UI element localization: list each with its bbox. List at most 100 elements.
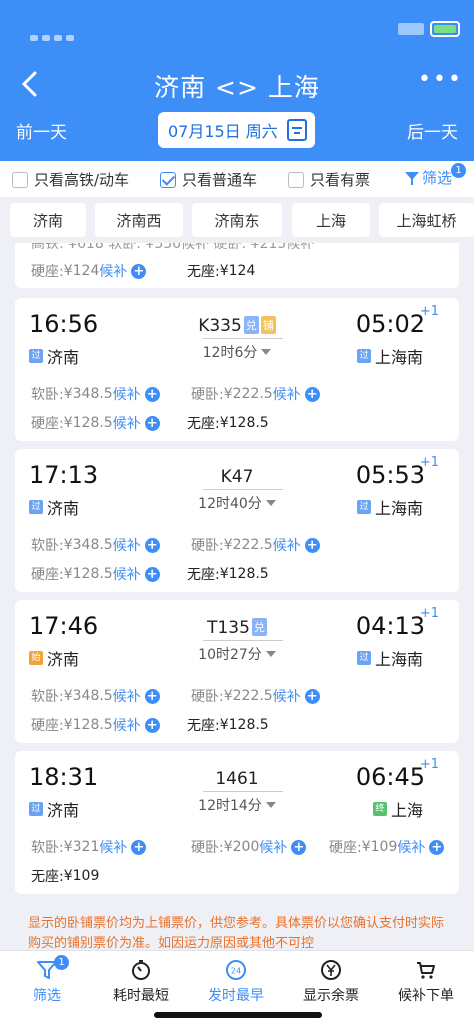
seat-soft-sleeper[interactable]: 软卧: ¥348.5 候补 + [31,535,160,555]
page-title: 济南 <> 上海 [154,73,320,102]
plus-icon[interactable]: + [144,386,160,402]
arrival-time: 04:13 [355,612,425,640]
next-day-button[interactable]: 后一天 [407,118,458,143]
partial-seat-row: 高铁: ¥618 软卧: ¥336候补 硬卧: ¥215候补 [31,243,315,252]
seat-hard-sleeper[interactable]: 硬卧: ¥222.5 候补 + [191,535,320,555]
seat-soft-sleeper[interactable]: 软卧: ¥321 候补 + [31,837,147,857]
seat-hard-seat[interactable]: 硬座: ¥128.5 候补 + [31,413,160,433]
departure-station: 过济南 [29,495,79,519]
plus-icon[interactable]: + [291,839,307,855]
seat-row: 硬座: ¥128.5 候补 + 无座: ¥128.5 [31,413,451,433]
status-icons [398,20,460,38]
nav-shortest[interactable]: 耗时最短 [94,959,188,1005]
filter-label: 只看高铁/动车 [34,171,130,189]
seat-hard-seat[interactable]: 硬座: ¥109 候补 + [329,837,445,857]
nav-badge: 1 [54,955,69,970]
station-tab[interactable]: 济南东 [192,203,282,237]
nav-remaining[interactable]: 显示余票 [284,959,378,1005]
plus-icon[interactable]: + [304,386,320,402]
app-header: 济南 <> 上海 ••• 前一天 07月15日 周六 后一天 [0,56,474,161]
train-line [203,338,283,339]
departure-station: 过济南 [29,797,79,821]
station-tab[interactable]: 上海虹桥 [379,203,474,237]
seat-standing: 无座: ¥128.5 [187,415,269,432]
date-picker[interactable]: 07月15日 周六 [158,112,315,148]
checkbox[interactable] [12,171,28,188]
train-card-partial[interactable]: 高铁: ¥618 软卧: ¥336候补 硬卧: ¥215候补 硬座: ¥124 候补… [15,243,459,288]
plus-icon[interactable]: + [144,688,160,704]
seat-row: 硬座: ¥128.5 候补 + 无座: ¥128.5 [31,564,451,584]
screen-button[interactable]: 筛选 [404,167,452,188]
seat-hard[interactable]: 硬座: ¥124 候补 + [31,261,147,281]
tag-exchange: 兑 [243,316,259,334]
nav-label: 候补下单 [398,988,454,1004]
station-tab[interactable]: 上海 [292,203,370,237]
filter-has-ticket[interactable]: 只看有票 [288,169,370,190]
nav-filter[interactable]: 筛选 1 [0,955,94,1005]
filter-normal-train[interactable]: 只看普通车 [160,169,257,190]
seat-hard-seat[interactable]: 硬座: ¥128.5 候补 + [31,564,160,584]
station-tab[interactable]: 济南西 [95,203,183,237]
filter-label: 只看普通车 [182,171,258,189]
plus-icon[interactable]: + [144,537,160,553]
carrier-indicator [30,26,100,41]
seat-hard-sleeper[interactable]: 硬卧: ¥200 候补 + [191,837,307,857]
nav-label: 发时最早 [208,988,264,1004]
seat-standing: 无座: ¥128.5 [187,566,269,583]
arrival-station: 过上海南 [356,646,423,670]
arrival-station: 过上海南 [356,344,423,368]
seat-soft-sleeper[interactable]: 软卧: ¥348.5 候补 + [31,384,160,404]
battery-icon [430,21,460,37]
plus-icon[interactable]: + [144,566,160,582]
station-tab[interactable]: 济南 [10,203,86,237]
price-notice: 显示的卧铺票价均为上铺票价，供您参考。具体票价以您确认支付时实际购买的铺别票价为… [0,908,474,952]
station-tabs: 济南 济南西 济南东 上海 上海虹桥 [0,197,474,243]
pass-badge: 过 [356,651,371,665]
seat-soft-sleeper[interactable]: 软卧: ¥348.5 候补 + [31,686,160,706]
train-line [203,791,283,792]
seat-hard-sleeper[interactable]: 硬卧: ¥222.5 候补 + [191,686,320,706]
filter-high-speed[interactable]: 只看高铁/动车 [12,169,129,190]
pass-badge: 过 [29,802,43,816]
seat-hard-seat[interactable]: 硬座: ¥128.5 候补 + [31,715,160,735]
filter-label: 只看有票 [310,171,371,189]
filter-icon [404,171,419,185]
stopwatch-icon [130,959,152,981]
checkbox[interactable] [288,171,304,188]
checkbox-checked[interactable] [160,171,176,188]
seat-row: 软卧: ¥348.5 候补 + 硬卧: ¥222.5 候补 + [31,384,451,404]
plus-icon[interactable]: + [144,717,160,733]
date-label: 07月15日 周六 [168,122,278,141]
train-card[interactable]: 17:13 K47 12时40分 05:53 +1 过济南 过上海南 软卧: ¥3… [15,449,459,592]
plus-icon[interactable]: + [144,415,160,431]
train-card[interactable]: 16:56 K335 兑铺 12时6分 05:02 +1 过济南 过上海南 软卧:… [15,298,459,441]
seat-row: 软卧: ¥348.5 候补 + 硬卧: ¥222.5 候补 + [31,686,451,706]
arrival-time: 05:02 [355,310,425,338]
seat-hard-sleeper[interactable]: 硬卧: ¥222.5 候补 + [191,384,320,404]
prev-day-button[interactable]: 前一天 [16,118,67,143]
seat-standing: 无座: ¥109 [31,868,100,885]
plus-icon[interactable]: + [131,263,147,279]
tag-berth: 铺 [260,316,276,334]
svg-text:24: 24 [231,967,241,976]
next-day-mark: +1 [419,606,439,621]
clock-24-icon: 24 [225,959,247,981]
yen-icon [320,959,342,981]
plus-icon[interactable]: + [304,537,320,553]
plus-icon[interactable]: + [304,688,320,704]
more-options-button[interactable]: ••• [418,69,461,100]
plus-icon[interactable]: + [429,839,445,855]
signal-icon [398,23,424,35]
arrival-station: 过上海南 [356,495,423,519]
nav-earliest[interactable]: 24 发时最早 [189,959,283,1005]
calendar-icon [287,119,307,141]
train-card[interactable]: 17:46 T135 兑 10时27分 04:13 +1 始济南 过上海南 软卧:… [15,600,459,743]
nav-waitlist[interactable]: 候补下单 [379,959,473,1005]
plus-icon[interactable]: + [131,839,147,855]
train-card[interactable]: 18:31 1461 12时14分 06:45 +1 过济南 终上海 软卧: ¥3… [15,751,459,894]
pass-badge: 过 [356,500,371,514]
seat-row: 硬座: ¥128.5 候补 + 无座: ¥128.5 [31,715,451,735]
pass-badge: 过 [29,500,43,514]
seat-row: 无座: ¥109 [31,866,451,886]
seat-standing: 无座: ¥124 [187,263,256,280]
